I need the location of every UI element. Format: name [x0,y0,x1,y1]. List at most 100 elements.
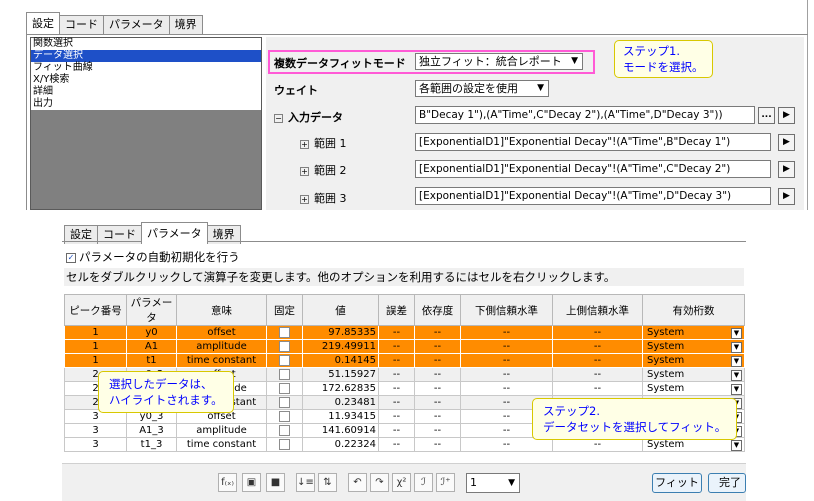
col-upper-confidence[interactable]: 上側信頼水準 [552,294,643,326]
tab-settings[interactable]: 設定 [26,12,60,34]
value-cell[interactable]: 141.60914 [302,423,379,438]
weight-select[interactable]: 各範囲の設定を使用 ▼ [415,80,549,97]
fixed-cell[interactable] [266,325,303,340]
dropdown-arrow-icon[interactable]: ▼ [731,341,742,353]
auto-init-option[interactable]: ✓ パラメータの自動初期化を行う [66,249,240,265]
browse-button[interactable]: ... [758,107,775,124]
value-cell[interactable]: 172.62835 [302,381,379,396]
range3-field[interactable]: [ExponentialD1]"Exponential Decay"!(A"Ti… [415,187,771,205]
fixed-cell[interactable] [266,437,303,452]
fixed-cell[interactable] [266,353,303,368]
col-parameter[interactable]: パラメータ [126,294,177,326]
col-error[interactable]: 誤差 [378,294,415,326]
col-dependency[interactable]: 依存度 [414,294,461,326]
range1-menu-button[interactable]: ▶ [778,134,795,151]
parameter-name-cell[interactable]: A1 [126,339,177,354]
chi-square-icon[interactable]: χ² [392,473,411,492]
col-peak-number[interactable]: ピーク番号 [64,294,127,326]
done-button[interactable]: 完了 [708,473,746,493]
value-cell[interactable]: 97.85335 [302,325,379,340]
nav-item-advanced[interactable]: 詳細 [31,86,261,98]
nav-item-fit-curve[interactable]: フィット曲線 [31,62,261,74]
value-cell[interactable]: 0.22324 [302,437,379,452]
fixed-checkbox[interactable] [279,354,290,366]
nav-item-xy-search[interactable]: X/Y検索 [31,74,261,86]
fixed-cell[interactable] [266,423,303,438]
peak-number-cell[interactable]: 3 [64,437,127,452]
tab-parameters[interactable]: パラメータ [103,15,170,34]
range2-menu-button[interactable]: ▶ [778,161,795,178]
col-lower-confidence[interactable]: 下側信頼水準 [460,294,553,326]
fit-until-converged-icon[interactable]: ℐ⁺ [436,473,455,492]
dropdown-arrow-icon[interactable]: ▼ [731,439,742,451]
sort-icon[interactable]: ↓≡ [296,473,315,492]
dropdown-arrow-icon[interactable]: ▼ [731,383,742,395]
fixed-checkbox[interactable] [279,396,290,408]
range2-field[interactable]: [ExponentialD1]"Exponential Decay"!(A"Ti… [415,160,771,178]
value-cell[interactable]: 0.14145 [302,353,379,368]
significant-digits-cell[interactable]: System ▼ [642,353,745,368]
save-icon[interactable]: ■ [266,473,285,492]
peak-number-cell[interactable]: 1 [64,339,127,354]
dataset-select[interactable]: 1 ▼ [466,473,520,493]
expand-icon[interactable]: + [300,166,309,176]
peak-number-cell[interactable]: 1 [64,353,127,368]
parameter-name-cell[interactable]: t1_3 [126,437,177,452]
dropdown-arrow-icon[interactable]: ▼ [731,327,742,339]
table-row[interactable]: 1 y0 offset 97.85335 -- -- -- -- System ▼ [64,325,745,340]
tab-bounds[interactable]: 境界 [168,15,203,34]
meaning-cell[interactable]: amplitude [176,339,267,354]
col-value[interactable]: 値 [302,294,379,326]
input-data-menu-button[interactable]: ▶ [778,107,795,124]
dropdown-arrow-icon[interactable]: ▼ [731,369,742,381]
parameter-name-cell[interactable]: A1_3 [126,423,177,438]
col-fixed[interactable]: 固定 [266,294,303,326]
fit-button[interactable]: フィット [652,473,702,493]
reset-icon[interactable]: ↷ [370,473,389,492]
fixed-checkbox[interactable] [279,340,290,352]
meaning-cell[interactable]: amplitude [176,423,267,438]
fixed-checkbox[interactable] [279,382,290,394]
collapse-icon[interactable]: − [274,113,283,123]
table-row[interactable]: 1 A1 amplitude 219.49911 -- -- -- -- System ▼ [64,339,745,354]
meaning-cell[interactable]: time constant [176,353,267,368]
nav-item-function-select[interactable]: 関数選択 [31,38,261,50]
peak-number-cell[interactable]: 3 [64,423,127,438]
significant-digits-cell[interactable]: System ▼ [642,339,745,354]
one-iteration-icon[interactable]: ℐ [414,473,433,492]
range3-menu-button[interactable]: ▶ [778,188,795,205]
fixed-cell[interactable] [266,381,303,396]
auto-init-checkbox[interactable]: ✓ [66,252,76,263]
significant-digits-cell[interactable]: System ▼ [642,367,745,382]
expand-icon[interactable]: + [300,139,309,149]
fixed-cell[interactable] [266,395,303,410]
value-cell[interactable]: 11.93415 [302,409,379,424]
fit-function-builder-icon[interactable]: f₍ₓ₎ [218,473,237,492]
nav-item-output[interactable]: 出力 [31,98,261,110]
fixed-checkbox[interactable] [279,438,290,450]
col-significant-digits[interactable]: 有効桁数 [642,294,745,326]
init-icon[interactable]: ↶ [348,473,367,492]
fixed-checkbox[interactable] [279,368,290,380]
value-cell[interactable]: 51.15927 [302,367,379,382]
fixed-cell[interactable] [266,409,303,424]
fixed-checkbox[interactable] [279,424,290,436]
input-data-field[interactable]: B"Decay 1"),(A"Time",C"Decay 2"),(A"Time… [415,106,755,124]
parameter-order-icon[interactable]: ⇅ [318,473,337,492]
expand-icon[interactable]: + [300,194,309,204]
parameter-name-cell[interactable]: y0 [126,325,177,340]
significant-digits-cell[interactable]: System ▼ [642,381,745,396]
range1-field[interactable]: [ExponentialD1]"Exponential Decay"!(A"Ti… [415,133,771,151]
table-row[interactable]: 1 t1 time constant 0.14145 -- -- -- -- System ▼ [64,353,745,368]
significant-digits-cell[interactable]: System ▼ [642,325,745,340]
meaning-cell[interactable]: time constant [176,437,267,452]
fixed-cell[interactable] [266,339,303,354]
code-builder-icon[interactable]: ▣ [242,473,261,492]
tab-parameters[interactable]: パラメータ [141,222,208,244]
fixed-checkbox[interactable] [279,326,290,338]
fixed-checkbox[interactable] [279,410,290,422]
peak-number-cell[interactable]: 1 [64,325,127,340]
dropdown-arrow-icon[interactable]: ▼ [731,355,742,367]
meaning-cell[interactable]: offset [176,325,267,340]
value-cell[interactable]: 0.23481 [302,395,379,410]
